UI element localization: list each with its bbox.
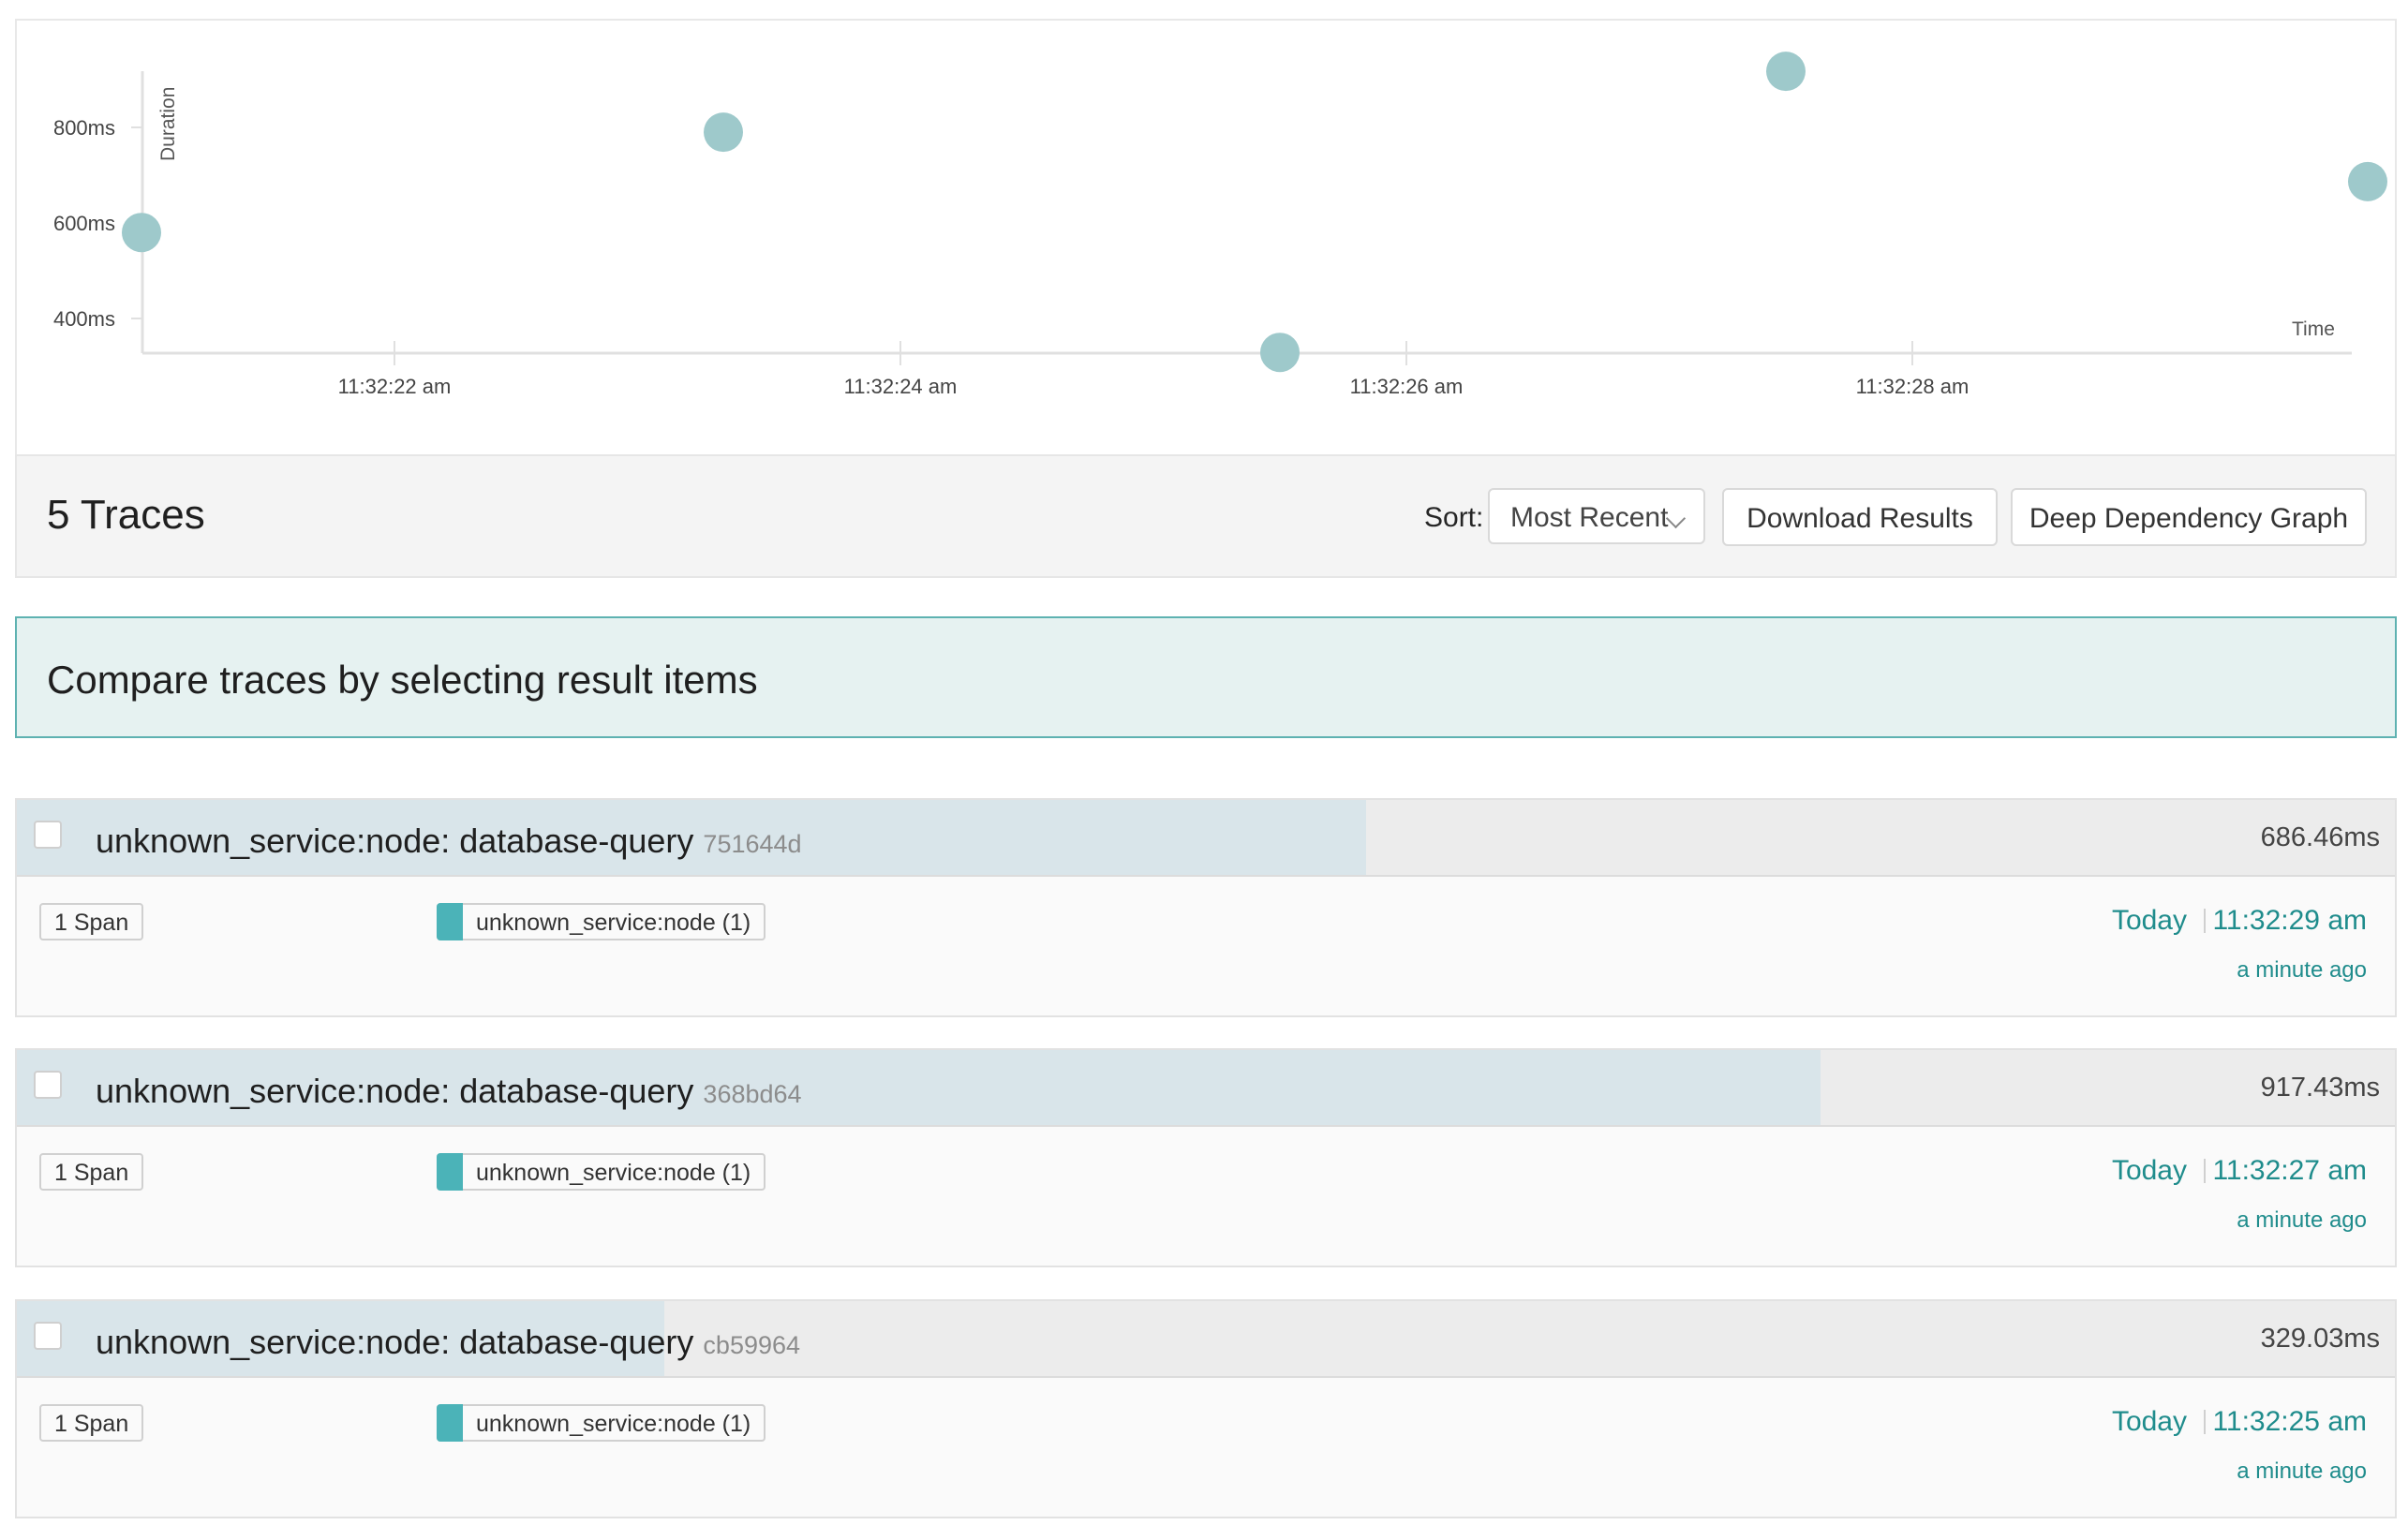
trace-point[interactable] <box>2348 161 2387 201</box>
trace-result-item[interactable]: unknown_service:node: database-query 7516… <box>15 798 2397 1017</box>
results-count: 5 Traces <box>47 492 205 538</box>
x-axis-title: Time <box>2292 318 2335 340</box>
service-color-swatch <box>437 1404 463 1442</box>
trace-start-time: 11:32:25 am <box>2212 1406 2367 1437</box>
trace-date: Today <box>2111 1406 2187 1437</box>
trace-id: 751644d <box>703 830 802 858</box>
date-time-divider <box>2204 1159 2206 1183</box>
download-results-button[interactable]: Download Results <box>1722 488 1998 546</box>
trace-select-checkbox[interactable] <box>34 1071 62 1099</box>
trace-name: unknown_service:node: database-query <box>96 1323 694 1361</box>
span-count-tag: 1 Span <box>39 1404 144 1442</box>
trace-relative-time: a minute ago <box>2237 957 2367 983</box>
service-tag: unknown_service:node (1) <box>437 1404 766 1442</box>
trace-header[interactable]: unknown_service:node: database-query 368b… <box>17 1050 2395 1127</box>
trace-duration: 686.46ms <box>2260 822 2380 852</box>
compare-message: Compare traces by selecting result items <box>47 658 758 702</box>
service-tag: unknown_service:node (1) <box>437 903 766 940</box>
trace-title[interactable]: unknown_service:node: database-query cb59… <box>96 1323 800 1362</box>
trace-duration: 917.43ms <box>2260 1073 2380 1103</box>
x-tick-label: 11:32:26 am <box>1350 375 1464 398</box>
x-tick-label: 11:32:28 am <box>1856 375 1970 398</box>
trace-start-time: 11:32:29 am <box>2212 905 2367 936</box>
scatter-plot-svg: 400ms600ms800ms 11:32:22 am 11:32:24 am 11… <box>53 52 2387 398</box>
date-time-divider <box>2204 909 2206 933</box>
trace-relative-time: a minute ago <box>2237 1207 2367 1233</box>
trace-select-checkbox[interactable] <box>34 821 62 849</box>
service-tag-label: unknown_service:node (1) <box>476 1160 751 1186</box>
date-time-divider <box>2204 1410 2206 1434</box>
y-tick-label: 800ms <box>53 116 115 140</box>
trace-date: Today <box>2111 1155 2187 1186</box>
trace-point[interactable] <box>122 213 161 253</box>
service-tag: unknown_service:node (1) <box>437 1153 766 1191</box>
x-axis-ticks: 11:32:22 am 11:32:24 am 11:32:26 am 11:32:2… <box>338 341 1970 398</box>
trace-date: Today <box>2111 905 2187 936</box>
trace-relative-time: a minute ago <box>2237 1458 2367 1484</box>
trace-result-item[interactable]: unknown_service:node: database-query 368b… <box>15 1048 2397 1267</box>
service-color-swatch <box>437 1153 463 1191</box>
trace-header[interactable]: unknown_service:node: database-query cb59… <box>17 1301 2395 1378</box>
compare-banner: Compare traces by selecting result items <box>15 616 2397 738</box>
trace-point[interactable] <box>1766 52 1806 92</box>
trace-id: cb59964 <box>703 1331 801 1359</box>
x-tick-label: 11:32:24 am <box>844 375 958 398</box>
trace-select-checkbox[interactable] <box>34 1322 62 1350</box>
trace-start-time: 11:32:27 am <box>2212 1155 2367 1186</box>
service-color-swatch <box>437 903 463 940</box>
deep-dependency-graph-button[interactable]: Deep Dependency Graph <box>2011 488 2367 546</box>
x-tick-label: 11:32:22 am <box>338 375 452 398</box>
span-count-tag: 1 Span <box>39 903 144 940</box>
trace-point[interactable] <box>704 112 743 153</box>
trace-duration: 329.03ms <box>2260 1324 2380 1354</box>
chevron-down-icon <box>1665 508 1687 529</box>
y-tick-label: 400ms <box>53 307 115 331</box>
results-header: 5 Traces Sort: Most Recent Download Resu… <box>15 454 2397 578</box>
span-count-tag: 1 Span <box>39 1153 144 1191</box>
trace-header[interactable]: unknown_service:node: database-query 7516… <box>17 800 2395 877</box>
trace-scatter-chart: 400ms 600ms 800ms 11:32:22 am 11:32:24 am 11… <box>15 19 2397 454</box>
trace-title[interactable]: unknown_service:node: database-query 368b… <box>96 1072 802 1111</box>
service-tag-label: unknown_service:node (1) <box>476 910 751 936</box>
sort-label: Sort: <box>1424 502 1484 533</box>
trace-name: unknown_service:node: database-query <box>96 1072 694 1110</box>
trace-name: unknown_service:node: database-query <box>96 822 694 860</box>
trace-id: 368bd64 <box>703 1080 802 1108</box>
sort-select[interactable]: Most Recent <box>1488 488 1705 544</box>
y-axis-title: Duration <box>157 87 179 161</box>
sort-select-value: Most Recent <box>1510 502 1669 533</box>
trace-result-item[interactable]: unknown_service:node: database-query cb59… <box>15 1299 2397 1518</box>
trace-title[interactable]: unknown_service:node: database-query 7516… <box>96 822 802 861</box>
y-tick-label: 600ms <box>53 212 115 235</box>
trace-point[interactable] <box>1260 333 1300 373</box>
scatter-points <box>122 52 2387 373</box>
service-tag-label: unknown_service:node (1) <box>476 1411 751 1437</box>
